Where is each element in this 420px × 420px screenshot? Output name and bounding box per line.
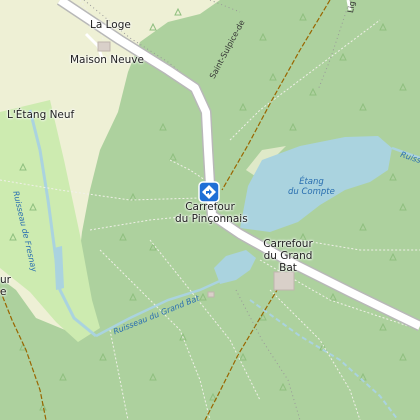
place-label-left-edge: ur e xyxy=(0,274,11,298)
water-label-line: du Compte xyxy=(288,187,335,197)
building-small xyxy=(207,291,215,298)
place-label-maison-neuve: Maison Neuve xyxy=(70,54,144,66)
place-label-letang-neuf: L'Étang Neuf xyxy=(7,109,75,121)
directions-marker[interactable] xyxy=(198,181,220,203)
place-label-carrefour-grand-bat: Carrefour du Grand Bat xyxy=(258,238,318,274)
place-label-line: ur xyxy=(0,274,11,286)
place-label-line: Carrefour xyxy=(263,238,313,250)
place-label-line: du Pinçonnais xyxy=(175,213,248,225)
water-label-etang-du-compte: Étang du Compte xyxy=(288,177,335,197)
map-view[interactable]: La Loge Maison Neuve L'Étang Neuf Carref… xyxy=(0,0,420,420)
building-grand-bat xyxy=(273,271,295,291)
stream-lower xyxy=(249,299,399,420)
place-label-carrefour-pinconnais: Carrefour du Pinçonnais xyxy=(175,201,248,225)
pond-grand-bat xyxy=(214,250,256,284)
place-label-line: e xyxy=(0,286,7,298)
water-label-line: Étang xyxy=(299,177,324,187)
place-label-line: Bat xyxy=(279,262,297,274)
directions-icon xyxy=(198,181,220,203)
building-maison-neuve xyxy=(97,41,111,52)
place-label-line: du Grand xyxy=(263,250,313,262)
place-label-la-loge: La Loge xyxy=(90,19,131,31)
